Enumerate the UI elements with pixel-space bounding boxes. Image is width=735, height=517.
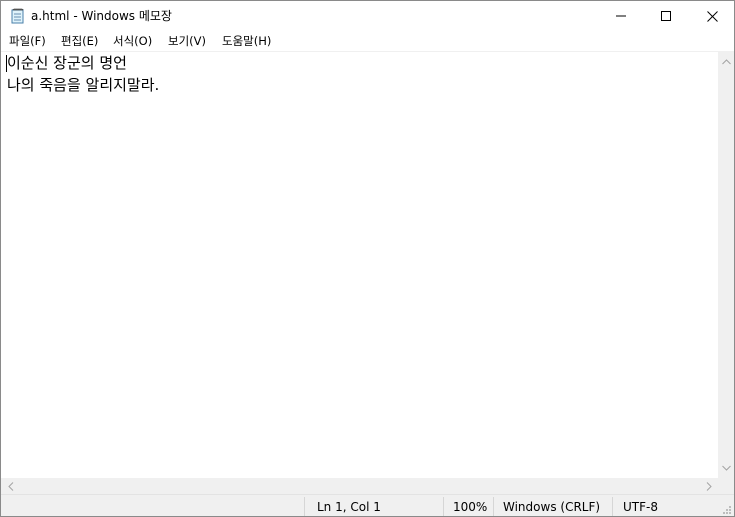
maximize-icon <box>661 11 671 21</box>
cursor-position: Ln 1, Col 1 <box>317 500 381 514</box>
chevron-down-icon <box>721 465 731 471</box>
status-divider <box>612 497 613 516</box>
menu-file[interactable]: 파일(F) <box>8 33 47 49</box>
horizontal-scrollbar[interactable] <box>1 478 718 494</box>
menu-help[interactable]: 도움말(H) <box>221 33 272 49</box>
scroll-up-button[interactable] <box>718 54 734 70</box>
window-title: a.html - Windows 메모장 <box>31 9 172 23</box>
status-divider <box>304 497 305 516</box>
line-ending: Windows (CRLF) <box>503 500 601 514</box>
resize-grip-icon[interactable] <box>721 504 731 514</box>
editor-line: 나의 죽음을 알리지말라. <box>7 76 160 94</box>
text-editor[interactable]: 이순신 장군의 명언 나의 죽음을 알리지말라. <box>1 52 718 478</box>
menu-edit[interactable]: 편집(E) <box>60 33 99 49</box>
chevron-left-icon <box>8 481 14 491</box>
scroll-right-button[interactable] <box>701 478 717 494</box>
zoom-level: 100% <box>453 500 488 514</box>
menu-view[interactable]: 보기(V) <box>167 33 207 49</box>
close-button[interactable] <box>689 1 734 31</box>
chevron-right-icon <box>706 481 712 491</box>
notepad-window: a.html - Windows 메모장 파일(F) 편집(E) 서식(O) 보… <box>0 0 735 517</box>
menu-format[interactable]: 서식(O) <box>112 33 153 49</box>
scroll-down-button[interactable] <box>718 460 734 476</box>
notepad-icon[interactable] <box>11 7 25 24</box>
close-icon <box>706 10 718 22</box>
menu-bar: 파일(F) 편집(E) 서식(O) 보기(V) 도움말(H) <box>1 31 734 51</box>
chevron-up-icon <box>721 59 731 65</box>
title-bar[interactable]: a.html - Windows 메모장 <box>1 1 734 31</box>
scrollbar-corner <box>718 478 734 494</box>
vertical-scrollbar[interactable] <box>718 52 734 478</box>
encoding: UTF-8 <box>623 500 658 514</box>
scroll-left-button[interactable] <box>3 478 19 494</box>
minimize-icon <box>616 15 626 17</box>
status-divider <box>443 497 444 516</box>
status-divider <box>493 497 494 516</box>
maximize-button[interactable] <box>643 1 689 31</box>
status-bar: Ln 1, Col 1 100% Windows (CRLF) UTF-8 <box>1 494 734 516</box>
minimize-button[interactable] <box>598 1 644 31</box>
editor-line: 이순신 장군의 명언 <box>7 54 127 72</box>
